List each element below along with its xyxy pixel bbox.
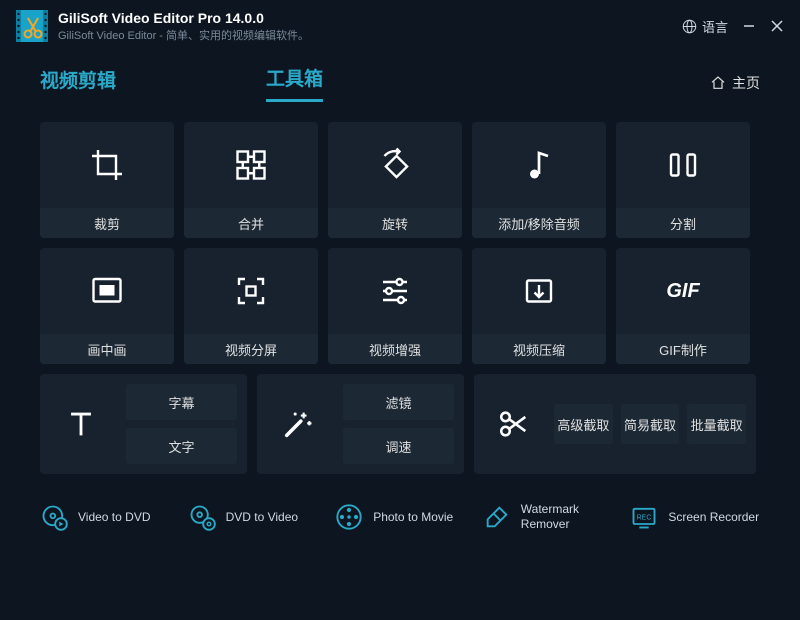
advanced-cut-button[interactable]: 高级截取 bbox=[554, 404, 613, 444]
title-group: GiliSoft Video Editor Pro 14.0.0 GiliSof… bbox=[58, 10, 682, 43]
scissors-icon bbox=[497, 407, 531, 441]
home-button[interactable]: 主页 bbox=[710, 73, 760, 93]
tile-compress[interactable]: 视频压缩 bbox=[472, 248, 606, 364]
home-label: 主页 bbox=[732, 73, 760, 93]
disc-icon bbox=[40, 503, 68, 531]
tab-toolbox[interactable]: 工具箱 bbox=[266, 64, 323, 102]
tile-split[interactable]: 分割 bbox=[616, 122, 750, 238]
tile-split-label: 分割 bbox=[616, 208, 750, 238]
dvd-to-video-label: DVD to Video bbox=[226, 510, 299, 525]
globe-icon bbox=[682, 19, 697, 34]
photo-to-movie-label: Photo to Movie bbox=[373, 510, 453, 525]
magic-wand-icon bbox=[281, 407, 315, 441]
pip-icon bbox=[89, 273, 125, 309]
tile-crop-label: 裁剪 bbox=[40, 208, 174, 238]
screen-recorder-label: Screen Recorder bbox=[668, 510, 759, 525]
screen-recorder-button[interactable]: REC Screen Recorder bbox=[630, 502, 760, 532]
tile-enhance-label: 视频增强 bbox=[328, 334, 462, 364]
app-title: GiliSoft Video Editor Pro 14.0.0 bbox=[58, 10, 682, 26]
video-to-dvd-label: Video to DVD bbox=[78, 510, 151, 525]
speed-button[interactable]: 调速 bbox=[343, 428, 454, 464]
tile-cut-group: 高级截取 简易截取 批量截取 bbox=[474, 374, 756, 474]
merge-icon bbox=[233, 147, 269, 183]
multiscreen-icon bbox=[233, 273, 269, 309]
footer: Video to DVD DVD to Video Photo to Movie… bbox=[0, 474, 800, 532]
photo-to-movie-button[interactable]: Photo to Movie bbox=[335, 502, 465, 532]
language-button[interactable]: 语言 bbox=[682, 17, 728, 36]
tile-gif-label: GIF制作 bbox=[616, 334, 750, 364]
tile-crop[interactable]: 裁剪 bbox=[40, 122, 174, 238]
tile-merge-label: 合并 bbox=[184, 208, 318, 238]
titlebar: GiliSoft Video Editor Pro 14.0.0 GiliSof… bbox=[0, 0, 800, 48]
text-button[interactable]: 文字 bbox=[126, 428, 237, 464]
filter-button[interactable]: 滤镜 bbox=[343, 384, 454, 420]
compress-icon bbox=[521, 273, 557, 309]
dvd-to-video-button[interactable]: DVD to Video bbox=[188, 502, 318, 532]
tile-text-group: 字幕 文字 bbox=[40, 374, 247, 474]
tile-audio[interactable]: 添加/移除音频 bbox=[472, 122, 606, 238]
tile-pip-label: 画中画 bbox=[40, 334, 174, 364]
tile-merge[interactable]: 合并 bbox=[184, 122, 318, 238]
watermark-remover-label: Watermark Remover bbox=[521, 502, 613, 532]
batch-cut-button[interactable]: 批量截取 bbox=[687, 404, 746, 444]
subtitle-button[interactable]: 字幕 bbox=[126, 384, 237, 420]
app-logo bbox=[16, 10, 48, 42]
tile-multiscreen[interactable]: 视频分屏 bbox=[184, 248, 318, 364]
gif-icon: GIF bbox=[666, 280, 699, 303]
watermark-remover-button[interactable]: Watermark Remover bbox=[483, 502, 613, 532]
eraser-icon bbox=[483, 503, 511, 531]
tabbar: 视频剪辑 工具箱 主页 bbox=[0, 48, 800, 112]
film-reel-icon bbox=[335, 503, 363, 531]
language-label: 语言 bbox=[702, 17, 728, 36]
tile-rotate[interactable]: 旋转 bbox=[328, 122, 462, 238]
app-subtitle: GiliSoft Video Editor - 简单、实用的视频编辑软件。 bbox=[58, 27, 682, 43]
disc-convert-icon bbox=[188, 503, 216, 531]
video-to-dvd-button[interactable]: Video to DVD bbox=[40, 502, 170, 532]
close-button[interactable] bbox=[770, 19, 784, 33]
tile-enhance[interactable]: 视频增强 bbox=[328, 248, 462, 364]
recorder-icon: REC bbox=[630, 503, 658, 531]
tile-multiscreen-label: 视频分屏 bbox=[184, 334, 318, 364]
tile-pip[interactable]: 画中画 bbox=[40, 248, 174, 364]
split-icon bbox=[665, 147, 701, 183]
text-icon bbox=[64, 407, 98, 441]
sliders-icon bbox=[377, 273, 413, 309]
crop-icon bbox=[89, 147, 125, 183]
tile-audio-label: 添加/移除音频 bbox=[472, 208, 606, 238]
tile-effect-group: 滤镜 调速 bbox=[257, 374, 464, 474]
tab-video-edit[interactable]: 视频剪辑 bbox=[40, 66, 116, 101]
easy-cut-button[interactable]: 简易截取 bbox=[621, 404, 680, 444]
tile-compress-label: 视频压缩 bbox=[472, 334, 606, 364]
minimize-button[interactable] bbox=[742, 19, 756, 33]
home-icon bbox=[710, 75, 726, 91]
tile-gif[interactable]: GIF GIF制作 bbox=[616, 248, 750, 364]
music-note-icon bbox=[521, 147, 557, 183]
tile-rotate-label: 旋转 bbox=[328, 208, 462, 238]
rotate-icon bbox=[377, 147, 413, 183]
svg-text:REC: REC bbox=[637, 514, 652, 521]
